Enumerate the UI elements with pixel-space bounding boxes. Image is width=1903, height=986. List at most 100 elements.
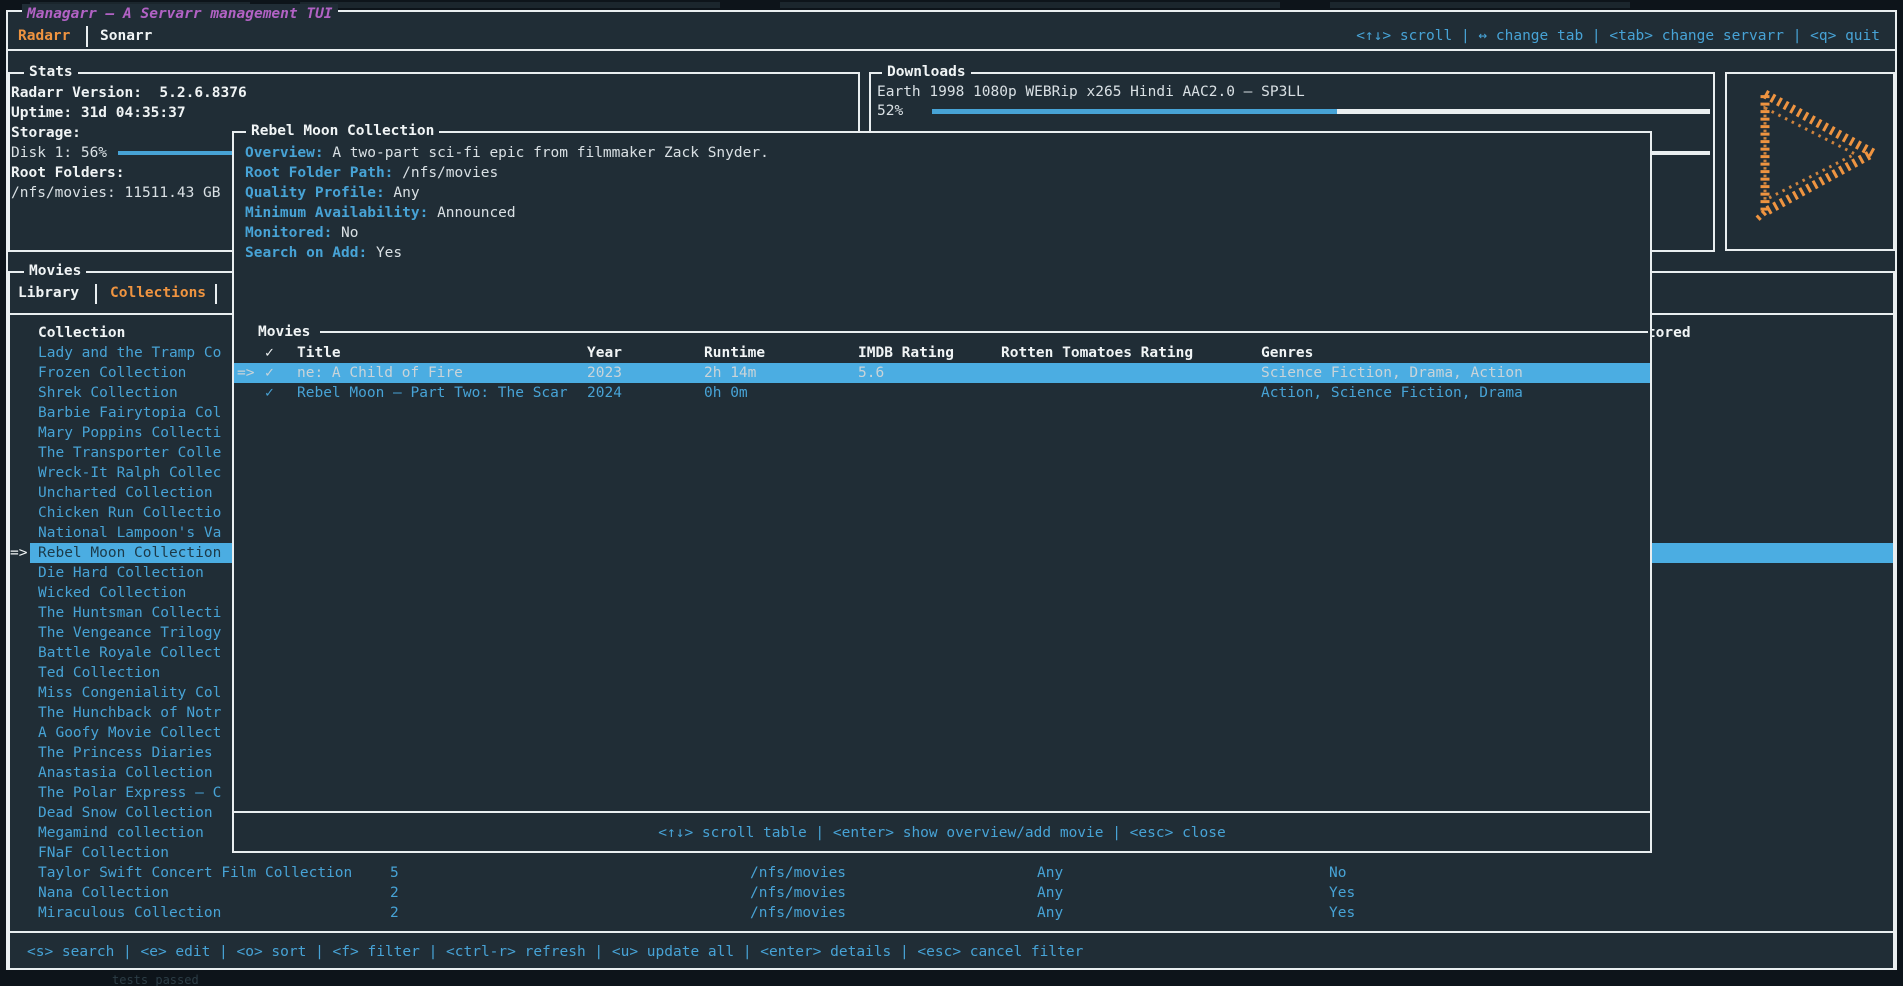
top-keybind-bar: <↑↓> scroll | ↔ change tab | <tab> chang…: [1356, 26, 1880, 46]
collection-row[interactable]: Die Hard Collection: [38, 563, 204, 583]
download-progress-fragment: [1652, 151, 1710, 155]
stats-title: Stats: [24, 62, 78, 82]
col-header-check: ✓: [265, 343, 274, 363]
collection-row[interactable]: The Princess Diaries: [38, 743, 213, 763]
collection-row-flag: Yes: [1329, 883, 1355, 903]
tab-divider: [86, 26, 88, 47]
collection-row-quality: Any: [1037, 883, 1063, 903]
collection-column-header: Collection: [38, 323, 125, 343]
modal-title: Rebel Moon Collection: [246, 121, 439, 141]
stats-version: Radarr Version: 5.2.6.8376: [11, 83, 247, 103]
movie-row-check: ✓: [265, 383, 274, 403]
collection-row[interactable]: Frozen Collection: [38, 363, 186, 383]
selection-marker: =>: [10, 543, 27, 563]
movie-row-year: 2024: [587, 383, 622, 403]
collection-row[interactable]: The Polar Express – C: [38, 783, 221, 803]
col-header-title: Title: [297, 343, 341, 363]
modal-field-label: Minimum Availability:: [245, 205, 428, 221]
collection-row[interactable]: Rebel Moon Collection: [38, 543, 221, 563]
download-item-title: Earth 1998 1080p WEBRip x265 Hindi AAC2.…: [877, 82, 1305, 102]
stats-rootfolder-line: /nfs/movies: 11511.43 GB: [11, 183, 221, 203]
modal-field-label: Root Folder Path:: [245, 165, 393, 181]
selection-marker: =>: [237, 363, 254, 383]
col-header-runtime: Runtime: [704, 343, 765, 363]
modal-field: Quality Profile: Any: [245, 183, 420, 203]
tab-sonarr[interactable]: Sonarr: [100, 26, 152, 46]
modal-field-value: Yes: [376, 245, 402, 261]
modal-field-label: Quality Profile:: [245, 185, 385, 201]
col-header-rt: Rotten Tomatoes Rating: [1001, 343, 1193, 363]
collection-row[interactable]: Nana Collection: [38, 883, 169, 903]
window-chrome-fragment: [300, 2, 720, 8]
collection-row-count: 5: [390, 863, 399, 883]
collection-row[interactable]: A Goofy Movie Collect: [38, 723, 221, 743]
collection-row[interactable]: Megamind collection: [38, 823, 204, 843]
collection-row[interactable]: The Huntsman Collecti: [38, 603, 221, 623]
collection-row[interactable]: Mary Poppins Collecti: [38, 423, 221, 443]
modal-keybind-bar: <↑↓> scroll table | <enter> show overvie…: [234, 823, 1650, 843]
modal-field-label: Monitored:: [245, 225, 332, 241]
movie-row-runtime: 2h 14m: [704, 363, 756, 383]
collection-row-count: 2: [390, 903, 399, 923]
modal-field-label: Search on Add:: [245, 245, 367, 261]
collection-row[interactable]: FNaF Collection: [38, 843, 169, 863]
movie-row-title[interactable]: ne: A Child of Fire: [297, 363, 463, 383]
movie-row-runtime: 0h 0m: [704, 383, 748, 403]
tab-collections[interactable]: Collections: [110, 283, 206, 303]
tab-radarr[interactable]: Radarr: [18, 26, 70, 46]
modal-field-value: Any: [393, 185, 419, 201]
collection-row[interactable]: The Vengeance Trilogy: [38, 623, 221, 643]
collection-row[interactable]: Taylor Swift Concert Film Collection: [38, 863, 352, 883]
collection-row[interactable]: National Lampoon's Va: [38, 523, 221, 543]
collection-row-quality: Any: [1037, 863, 1063, 883]
collection-row-path: /nfs/movies: [750, 863, 846, 883]
movie-row-title[interactable]: Rebel Moon – Part Two: The Scar: [297, 383, 568, 403]
col-header-imdb: IMDB Rating: [858, 343, 954, 363]
collection-row-flag: No: [1329, 863, 1346, 883]
collection-row-quality: Any: [1037, 903, 1063, 923]
modal-field: Monitored: No: [245, 223, 359, 243]
collection-row[interactable]: Wicked Collection: [38, 583, 186, 603]
collection-row[interactable]: Wreck-It Ralph Collec: [38, 463, 221, 483]
modal-field: Search on Add: Yes: [245, 243, 402, 263]
window-chrome-fragment: [1330, 2, 1630, 8]
collection-row[interactable]: Lady and the Tramp Co: [38, 343, 221, 363]
modal-field-label: Overview:: [245, 145, 324, 161]
tab-library[interactable]: Library: [18, 283, 79, 303]
movies-title: Movies: [24, 261, 86, 281]
managarr-screen: Managarr – A Servarr management TUI Rada…: [0, 0, 1903, 986]
collection-row[interactable]: Dead Snow Collection: [38, 803, 213, 823]
modal-table-title: Movies: [253, 322, 315, 342]
modal-field-value: A two-part sci-fi epic from filmmaker Za…: [332, 145, 769, 161]
modal-field-value: Announced: [437, 205, 516, 221]
download-percent: 52%: [877, 101, 903, 121]
managarr-play-logo-icon: [1727, 74, 1893, 249]
collection-row-path: /nfs/movies: [750, 903, 846, 923]
downloads-title: Downloads: [882, 62, 971, 82]
collection-row[interactable]: Miraculous Collection: [38, 903, 221, 923]
modal-field: Overview: A two-part sci-fi epic from fi…: [245, 143, 769, 163]
collection-row[interactable]: Ted Collection: [38, 663, 160, 683]
collection-row[interactable]: The Hunchback of Notr: [38, 703, 221, 723]
collection-row-path: /nfs/movies: [750, 883, 846, 903]
collection-row[interactable]: The Transporter Colle: [38, 443, 221, 463]
collection-row[interactable]: Chicken Run Collectio: [38, 503, 221, 523]
collection-row[interactable]: Shrek Collection: [38, 383, 178, 403]
stats-rootfolders-label: Root Folders:: [11, 163, 125, 183]
tab-divider: [215, 284, 217, 304]
app-title: Managarr – A Servarr management TUI: [22, 4, 338, 24]
collection-row[interactable]: Barbie Fairytopia Col: [38, 403, 221, 423]
movie-row-genres: Science Fiction, Drama, Action: [1261, 363, 1523, 383]
col-header-year: Year: [587, 343, 622, 363]
collection-row-flag: Yes: [1329, 903, 1355, 923]
modal-field: Minimum Availability: Announced: [245, 203, 516, 223]
modal-table-title-rule: [320, 331, 1648, 333]
collection-row[interactable]: Miss Congeniality Col: [38, 683, 221, 703]
tab-divider: [95, 284, 97, 304]
header-separator: [6, 49, 1897, 51]
movie-row-genres: Action, Science Fiction, Drama: [1261, 383, 1523, 403]
collection-row[interactable]: Anastasia Collection: [38, 763, 213, 783]
stats-disk-line: Disk 1: 56%: [11, 143, 107, 163]
collection-row[interactable]: Battle Royale Collect: [38, 643, 221, 663]
collection-row[interactable]: Uncharted Collection: [38, 483, 213, 503]
